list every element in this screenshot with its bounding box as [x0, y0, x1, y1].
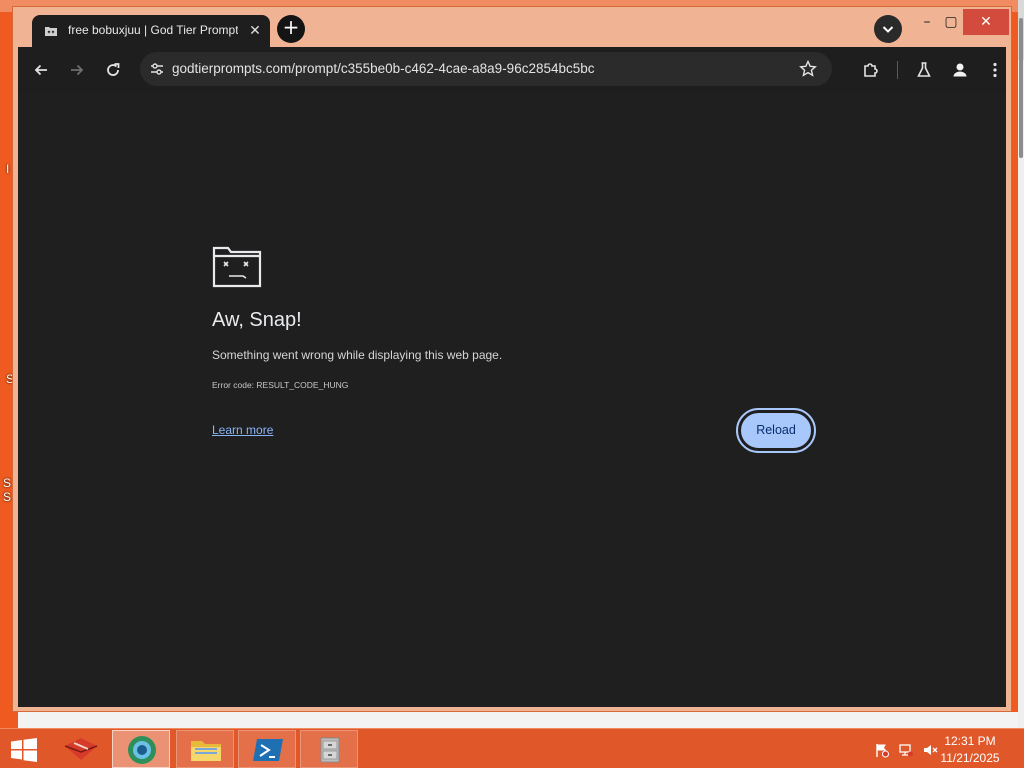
action-center-flag-icon[interactable] [874, 742, 890, 758]
learn-more-link[interactable]: Learn more [212, 423, 273, 437]
toolbar-separator [897, 61, 898, 79]
background-scrollbar[interactable] [1019, 18, 1023, 158]
title-bar[interactable]: free bobuxjuu | God Tier Prompts ✕ + – ▢… [13, 7, 1011, 49]
kebab-menu-icon[interactable] [982, 57, 1008, 83]
powershell-icon [253, 739, 283, 761]
taskbar-app-cabinet[interactable] [300, 730, 358, 768]
address-bar[interactable]: godtierprompts.com/prompt/c355be0b-c462-… [140, 52, 832, 86]
puzzle-icon[interactable] [858, 57, 884, 83]
clock-time[interactable]: 12:31 PM [940, 734, 1000, 748]
taskbar: 12:31 PM 11/21/2025 [0, 728, 1024, 768]
profile-icon[interactable] [947, 57, 973, 83]
reload-button[interactable]: Reload [740, 412, 812, 449]
taskbar-app-browser[interactable] [112, 730, 170, 768]
chevron-down-icon [882, 26, 894, 33]
error-message: Something went wrong while displaying th… [212, 348, 503, 362]
flask-icon[interactable] [911, 57, 937, 83]
desktop-icon-label-fragment: S [3, 490, 12, 504]
tab-search-button[interactable] [874, 15, 902, 43]
sad-tab-icon [45, 27, 57, 36]
desktop-icon-label-fragment: I [6, 162, 10, 176]
error-code: Error code: RESULT_CODE_HUNG [212, 380, 349, 390]
tab-close-icon[interactable]: ✕ [246, 22, 264, 40]
network-icon[interactable] [898, 742, 914, 758]
clock-date[interactable]: 11/21/2025 [940, 751, 1000, 765]
desktop-icon-label-fragment: S [3, 476, 12, 490]
package-icon [64, 738, 98, 760]
tab-active[interactable]: free bobuxjuu | God Tier Prompts ✕ [32, 15, 270, 49]
speaker-muted-icon[interactable] [922, 742, 938, 758]
forward-arrow-icon[interactable] [64, 57, 90, 83]
background-window-bottom [18, 712, 1018, 728]
browser-window: free bobuxjuu | God Tier Prompts ✕ + – ▢… [12, 6, 1012, 712]
tune-icon[interactable] [148, 60, 166, 78]
taskbar-app-package[interactable] [52, 730, 110, 768]
page-content: Aw, Snap! Something went wrong while dis… [18, 93, 1006, 707]
browser-toolbar: godtierprompts.com/prompt/c355be0b-c462-… [18, 47, 1006, 93]
back-arrow-icon[interactable] [28, 57, 54, 83]
browser-app-icon [128, 736, 156, 764]
error-title: Aw, Snap! [212, 309, 302, 331]
new-tab-button[interactable]: + [277, 15, 305, 43]
url-text[interactable]: godtierprompts.com/prompt/c355be0b-c462-… [172, 61, 595, 76]
taskbar-app-powershell[interactable] [238, 730, 296, 768]
star-icon[interactable] [798, 59, 818, 79]
folder-icon [191, 741, 221, 761]
file-cabinet-icon [320, 737, 340, 763]
taskbar-app-file-explorer[interactable] [176, 730, 234, 768]
close-window-button[interactable]: ✕ [963, 9, 1009, 35]
sad-tab-icon [212, 246, 262, 288]
tab-title: free bobuxjuu | God Tier Prompts [68, 23, 238, 37]
reload-icon[interactable] [100, 57, 126, 83]
windows-start-icon[interactable] [10, 738, 38, 762]
